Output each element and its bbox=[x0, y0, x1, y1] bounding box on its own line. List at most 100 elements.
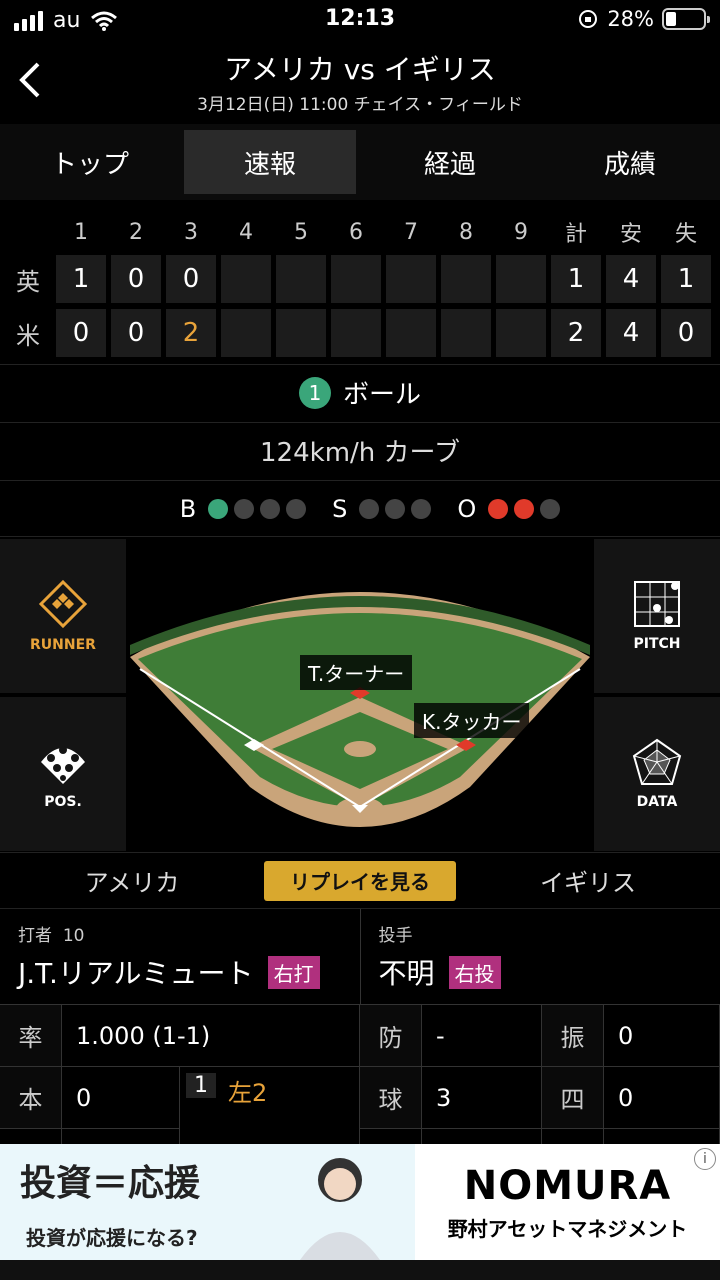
strike-dot bbox=[411, 498, 432, 519]
stat-key bbox=[360, 1128, 422, 1144]
pitch-button[interactable]: PITCH bbox=[594, 539, 720, 693]
inning-header: 6 bbox=[349, 219, 363, 245]
pitch-speed: 124km/h カーブ bbox=[0, 422, 720, 478]
team-selector: アメリカ リプレイを見る イギリス bbox=[0, 852, 720, 908]
inning-score bbox=[331, 309, 381, 357]
tab-progress[interactable]: 経過 bbox=[364, 130, 536, 194]
errors: 1 bbox=[661, 255, 711, 303]
inning-score bbox=[496, 309, 546, 357]
at-bat-result: 左2 bbox=[228, 1079, 268, 1107]
ad-brand-name: 野村アセットマネジメント bbox=[447, 1216, 688, 1241]
pitch-result: 1 ボール bbox=[0, 364, 720, 420]
inning-score: 0 bbox=[166, 255, 216, 303]
radar-chart-icon bbox=[632, 738, 682, 785]
inning-score bbox=[221, 309, 271, 357]
balls-label: B bbox=[179, 494, 197, 523]
pitch-number-badge: 1 bbox=[298, 376, 331, 409]
runner-button[interactable]: RUNNER bbox=[0, 539, 126, 693]
stat-value bbox=[604, 1128, 720, 1144]
matchup: 打者 10 J.T.リアルミュート 右打 投手 不明 右投 bbox=[0, 908, 720, 1004]
era: - bbox=[422, 1004, 542, 1066]
out-dot bbox=[540, 498, 561, 519]
pitch-grid-icon bbox=[634, 581, 680, 627]
batter-number: 10 bbox=[62, 926, 85, 946]
stat-value bbox=[62, 1128, 180, 1144]
ball-dot bbox=[286, 498, 307, 519]
field-view: T.ターナー K.タッカー RUNNER POS. PITCH DATA bbox=[0, 536, 720, 852]
ad-banner[interactable]: 投資＝応援 投資が応援になる? NOMURA 野村アセットマネジメント i bbox=[0, 1144, 720, 1260]
inning-score bbox=[441, 255, 491, 303]
replay-button[interactable]: リプレイを見る bbox=[264, 860, 456, 901]
header: アメリカ vs イギリス 3月12日(日) 11:00 チェイス・フィールド bbox=[0, 40, 720, 124]
stat-key: 本 bbox=[0, 1066, 62, 1128]
inning-score bbox=[386, 309, 436, 357]
inning-header: 2 bbox=[129, 219, 143, 245]
team-gb-button[interactable]: イギリス bbox=[456, 863, 720, 898]
inning-score-current: 2 bbox=[166, 309, 216, 357]
ball-dot bbox=[234, 498, 255, 519]
inning-header: 1 bbox=[74, 219, 88, 245]
inning-score bbox=[331, 255, 381, 303]
inning-score: 0 bbox=[111, 309, 161, 357]
batter-header: 打者 10 bbox=[18, 921, 342, 946]
tab-top[interactable]: トップ bbox=[4, 130, 176, 194]
pos-label: POS. bbox=[44, 794, 82, 810]
pitcher-row: 不明 右投 bbox=[379, 952, 703, 992]
inning-score: 0 bbox=[56, 309, 106, 357]
runner-icon bbox=[38, 579, 88, 629]
ad-info-icon[interactable]: i bbox=[694, 1148, 716, 1170]
batter-panel[interactable]: 打者 10 J.T.リアルミュート 右打 bbox=[0, 909, 360, 1004]
inning-header: 3 bbox=[184, 219, 198, 245]
page-title: アメリカ vs イギリス bbox=[224, 53, 496, 86]
at-bat-number: 1 bbox=[186, 1073, 216, 1098]
pitch-count: 3 bbox=[422, 1066, 542, 1128]
scoreboard-header: 1 2 3 4 5 6 7 8 9 計 安 失 bbox=[0, 212, 720, 252]
battery-percent: 28% bbox=[607, 7, 654, 31]
fielder-tag[interactable]: K.タッカー bbox=[414, 703, 530, 738]
data-label: DATA bbox=[636, 794, 678, 810]
inning-score: 0 bbox=[111, 255, 161, 303]
position-icon bbox=[41, 746, 85, 784]
inning-score bbox=[276, 255, 326, 303]
strikes-label: S bbox=[332, 494, 348, 523]
ad-creative: 投資＝応援 投資が応援になる? bbox=[0, 1144, 415, 1260]
outs-label: O bbox=[457, 494, 477, 523]
game-info: 3月12日(日) 11:00 チェイス・フィールド bbox=[197, 95, 523, 115]
stat-key bbox=[542, 1128, 604, 1144]
scoreboard: 1 2 3 4 5 6 7 8 9 計 安 失 英 1 0 0 1 4 1 米 … bbox=[0, 212, 720, 360]
tab-live[interactable]: 速報 bbox=[184, 130, 356, 194]
hits: 4 bbox=[606, 255, 656, 303]
ad-person-illustration bbox=[300, 1158, 380, 1260]
stat-key: 球 bbox=[360, 1066, 422, 1128]
fielder-tag[interactable]: T.ターナー bbox=[300, 655, 413, 690]
pitch-label: PITCH bbox=[633, 636, 681, 652]
hits: 4 bbox=[606, 309, 656, 357]
inning-score bbox=[386, 255, 436, 303]
team-row-us: 米 0 0 2 2 4 0 bbox=[0, 306, 720, 360]
inning-score bbox=[276, 309, 326, 357]
walks: 0 bbox=[604, 1066, 720, 1128]
inning-score bbox=[496, 255, 546, 303]
team-usa-button[interactable]: アメリカ bbox=[0, 863, 264, 898]
inning-header: 9 bbox=[514, 219, 528, 245]
stat-key: 振 bbox=[542, 1004, 604, 1066]
team-label: 米 bbox=[16, 321, 40, 350]
strikeouts: 0 bbox=[604, 1004, 720, 1066]
batting-average: 1.000 (1-1) bbox=[62, 1004, 360, 1066]
data-button[interactable]: DATA bbox=[594, 697, 720, 851]
stat-key: 率 bbox=[0, 1004, 62, 1066]
position-button[interactable]: POS. bbox=[0, 697, 126, 851]
battery-icon bbox=[662, 8, 710, 30]
rotation-lock-icon bbox=[579, 10, 598, 28]
pitcher-panel[interactable]: 投手 不明 右投 bbox=[359, 909, 720, 1004]
ball-dot bbox=[208, 498, 229, 519]
tab-stats[interactable]: 成績 bbox=[544, 130, 716, 194]
batter-hand-badge: 右打 bbox=[267, 955, 320, 989]
strike-dot bbox=[385, 498, 406, 519]
batter-row: J.T.リアルミュート 右打 bbox=[18, 952, 342, 992]
stats-grid: 率 1.000 (1-1) 本 0 1 左2 防 - 振 0 球 3 四 0 bbox=[0, 1004, 720, 1144]
total-runs: 1 bbox=[551, 255, 601, 303]
batter-label: 打者 bbox=[18, 926, 52, 946]
stat-key: 防 bbox=[360, 1004, 422, 1066]
batter-name: J.T.リアルミュート bbox=[18, 957, 254, 990]
